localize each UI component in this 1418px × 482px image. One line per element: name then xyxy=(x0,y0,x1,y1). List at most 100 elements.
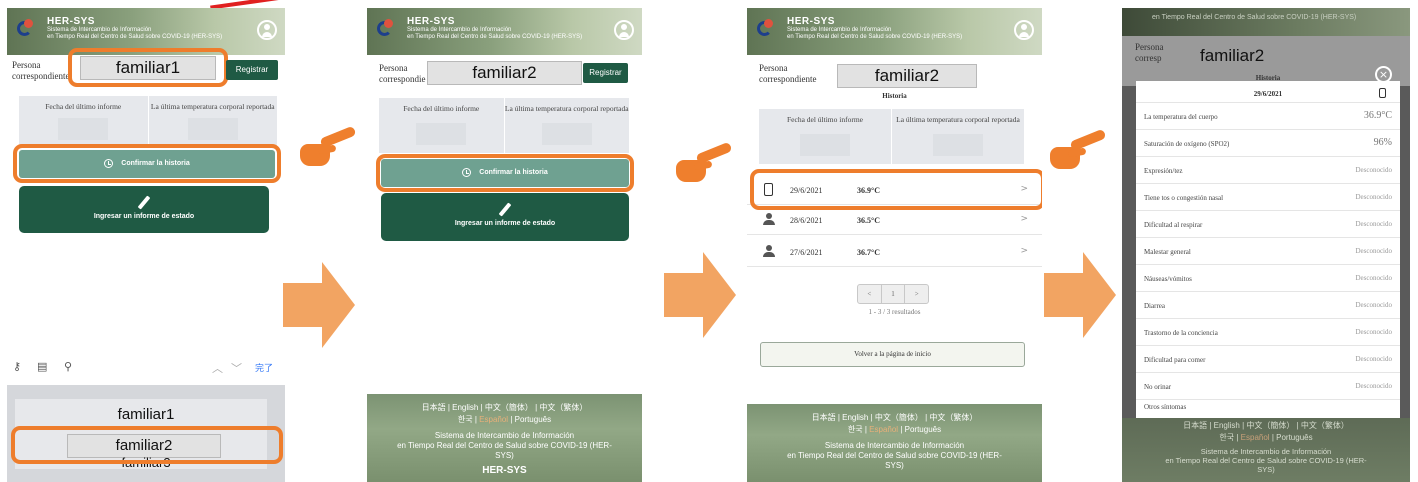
persona-label: Persona correspondie xyxy=(379,63,425,85)
chevron-down-icon[interactable]: ﹀ xyxy=(231,360,242,376)
highlight-picker-selection xyxy=(11,426,283,464)
footer-system-line2: en Tiempo Real del Centro de Salud sobre… xyxy=(1165,456,1367,465)
persona-label: Persona corresp xyxy=(1135,42,1164,64)
last-temp-label: La última temperatura corporal reportada xyxy=(504,104,629,113)
screen-select-familiar2: HER-SYS Sistema de Intercambio de Inform… xyxy=(367,8,642,482)
pointing-hand-icon xyxy=(1050,128,1107,171)
last-report-value xyxy=(58,118,109,140)
detail-row: Trastorno de la conciencia Desconocido xyxy=(1136,319,1400,346)
lang-portuguese[interactable]: Português xyxy=(515,415,551,424)
detail-value: Desconocido xyxy=(1355,166,1392,174)
next-step-arrow-icon xyxy=(283,262,355,348)
footer-brand: HER-SYS xyxy=(482,465,527,476)
summary-box: Fecha del último informe La última tempe… xyxy=(759,109,1024,164)
lang-korean[interactable]: 한국 xyxy=(848,425,863,434)
register-button[interactable]: Registrar xyxy=(583,63,628,83)
card-icon[interactable]: ▤ xyxy=(37,360,47,373)
last-temp-col: La última temperatura corporal reportada xyxy=(147,96,278,148)
persona-select[interactable]: familiar2 xyxy=(427,61,582,85)
persona-label-line2: correspondiente xyxy=(759,74,817,84)
lang-spanish[interactable]: Español xyxy=(479,415,508,424)
language-footer: 日本語 | English | 中文（簡体） | 中文（繁体） 한국 | Esp… xyxy=(367,394,642,482)
detail-label: Diarrea xyxy=(1144,302,1165,310)
footer-system-line2: en Tiempo Real del Centro de Salud sobre… xyxy=(397,441,612,450)
lang-portuguese[interactable]: Português xyxy=(905,425,941,434)
detail-value: Desconocido xyxy=(1355,274,1392,282)
back-home-button[interactable]: Volver a la página de inicio xyxy=(760,342,1025,367)
language-links-2: 한국 | Español | Português xyxy=(457,415,552,424)
lang-korean: 한국 xyxy=(1219,433,1235,442)
highlight-history-row xyxy=(750,169,1042,210)
pencil-icon xyxy=(498,202,512,217)
pager-page[interactable]: 1 xyxy=(880,285,905,303)
chevron-right-icon: > xyxy=(1020,214,1028,224)
history-temp: 36.5°C xyxy=(857,216,880,225)
language-links[interactable]: 日本語 | English | 中文（簡体） | 中文（繁体） xyxy=(367,402,642,414)
history-title: Historia xyxy=(882,92,907,100)
pager-prev[interactable]: < xyxy=(858,285,881,303)
footer-system-line1: Sistema de Intercambio de Información xyxy=(824,441,965,450)
last-report-value xyxy=(800,134,850,156)
detail-row: Dificultad al respirar Desconocido xyxy=(1136,211,1400,238)
user-account-icon[interactable] xyxy=(257,20,277,40)
language-links: 日本語 | English | 中文（簡体） | 中文（繁体） xyxy=(1183,421,1349,430)
history-row[interactable]: 28/6/2021 36.5°C > xyxy=(747,206,1042,235)
detail-label: Dificultad para comer xyxy=(1144,356,1206,364)
last-temp-col: La última temperatura corporal reportada xyxy=(891,109,1024,164)
history-temp: 36.7°C xyxy=(857,248,880,257)
pager-next[interactable]: > xyxy=(904,285,928,303)
detail-label: Saturación de oxígeno (SPO2) xyxy=(1144,140,1230,148)
picker-option[interactable]: familiar1 xyxy=(7,406,285,423)
detail-value: Desconocido xyxy=(1355,193,1392,201)
detail-row: Otros síntomas xyxy=(1136,400,1400,418)
screen-history-detail: en Tiempo Real del Centro de Salud sobre… xyxy=(1122,8,1410,482)
lang-korean[interactable]: 한국 xyxy=(458,415,473,424)
detail-label: Náuseas/vómitos xyxy=(1144,275,1192,283)
highlight-confirm-history xyxy=(13,144,281,183)
pagination: < 1 > xyxy=(857,284,929,304)
detail-value: Desconocido xyxy=(1355,247,1392,255)
app-header: HER-SYS Sistema de Intercambio de Inform… xyxy=(367,8,642,55)
detail-value: Desconocido xyxy=(1355,301,1392,309)
detail-value: Desconocido xyxy=(1355,382,1392,390)
detail-value: Desconocido xyxy=(1355,328,1392,336)
language-footer: 日本語 | English | 中文（簡体） | 中文（繁体） 한국 | Esp… xyxy=(747,404,1042,482)
screen-history-list: HER-SYS Sistema de Intercambio de Inform… xyxy=(747,8,1042,482)
persona-select[interactable]: familiar2 xyxy=(837,64,977,88)
history-date: 27/6/2021 xyxy=(790,248,823,257)
footer-system-line2: en Tiempo Real del Centro de Salud sobre… xyxy=(787,451,1002,460)
lang-spanish[interactable]: Español xyxy=(869,425,898,434)
brand-name: HER-SYS xyxy=(47,16,95,27)
persona-select[interactable]: familiar2 xyxy=(1200,46,1264,66)
enter-report-button[interactable]: Ingresar un informe de estado xyxy=(381,193,629,241)
brand-sub1: Sistema de Intercambio de Información xyxy=(47,27,152,33)
pointing-hand-icon xyxy=(676,141,733,184)
footer-system-line1: Sistema de Intercambio de Información xyxy=(434,431,575,440)
pencil-icon xyxy=(137,195,151,210)
detail-value: 96% xyxy=(1373,137,1392,148)
her-sys-logo-icon xyxy=(377,19,401,41)
detail-label: Tiene tos o congestión nasal xyxy=(1144,194,1224,202)
detail-value: 36.9°C xyxy=(1363,110,1392,121)
done-button[interactable]: 完了 xyxy=(255,361,273,374)
persona-label: Persona correspondiente xyxy=(12,60,69,82)
language-links[interactable]: 日本語 | English | 中文（簡体） | 中文（繁体） xyxy=(747,412,1042,424)
chevron-up-icon[interactable]: ︿ xyxy=(212,360,223,376)
brand-name: HER-SYS xyxy=(407,16,455,27)
user-account-icon[interactable] xyxy=(1014,20,1034,40)
enter-report-button[interactable]: Ingresar un informe de estado xyxy=(19,186,269,233)
last-report-col: Fecha del último informe xyxy=(19,96,148,148)
user-account-icon[interactable] xyxy=(614,20,634,40)
key-icon[interactable]: ⚷ xyxy=(13,360,21,373)
location-pin-icon[interactable]: ⚲ xyxy=(64,360,72,373)
detail-row: Saturación de oxígeno (SPO2) 96% xyxy=(1136,130,1400,157)
persona-label-line1: Persona xyxy=(759,63,788,73)
highlight-confirm-history xyxy=(376,154,634,192)
modal-date: 29/6/2021 xyxy=(1136,85,1400,103)
register-button[interactable]: Registrar xyxy=(226,60,278,80)
summary-box: Fecha del último informe La última tempe… xyxy=(19,96,277,148)
last-report-col: Fecha del último informe xyxy=(379,98,504,153)
history-row[interactable]: 27/6/2021 36.7°C > xyxy=(747,238,1042,267)
detail-label: Trastorno de la conciencia xyxy=(1144,329,1218,337)
language-links-2: 한국 | Español | Português xyxy=(847,425,942,434)
